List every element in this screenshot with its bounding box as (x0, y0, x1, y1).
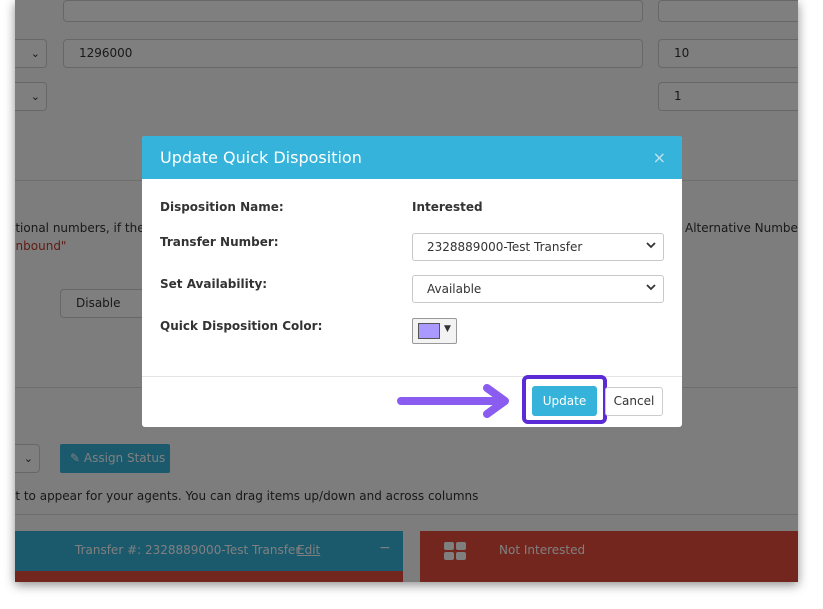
dialog-title: Update Quick Disposition (160, 148, 362, 167)
cancel-button[interactable]: Cancel (605, 387, 663, 416)
transfer-number-select[interactable]: 2328889000-Test Transfer (412, 233, 664, 261)
transfer-number-label: Transfer Number: (160, 235, 279, 249)
transfer-number-value: 2328889000-Test Transfer (427, 240, 583, 254)
chevron-down-icon (645, 235, 657, 266)
dialog-header: Update Quick Disposition × (142, 136, 682, 179)
chevron-down-icon (645, 277, 657, 308)
disposition-name-label: Disposition Name: (160, 200, 284, 214)
availability-value: Available (427, 282, 482, 296)
close-icon[interactable]: × (653, 148, 666, 167)
color-swatch (418, 323, 440, 339)
app-window: ⌄ 1296000 10 ⌄ 1 itional numbers, if the… (15, 0, 798, 582)
caret-down-icon: ▼ (444, 324, 451, 334)
availability-select[interactable]: Available (412, 275, 664, 303)
arrow-annotation-icon (397, 384, 509, 418)
color-label: Quick Disposition Color: (160, 319, 323, 333)
color-picker[interactable]: ▼ (412, 318, 457, 344)
update-button[interactable]: Update (532, 386, 597, 416)
availability-label: Set Availability: (160, 277, 268, 291)
disposition-name-value: Interested (412, 200, 483, 214)
